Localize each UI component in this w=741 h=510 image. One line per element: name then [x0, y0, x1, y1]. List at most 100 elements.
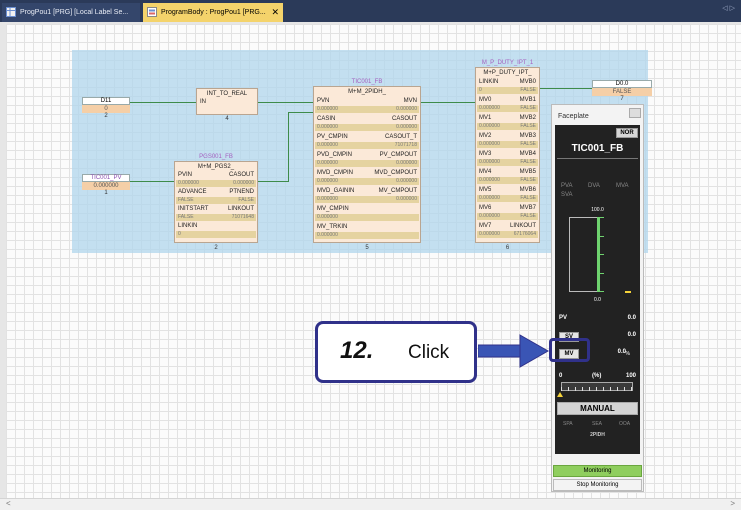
editor-tab-bar: ProgPou1 [PRG] [Local Label Se... Progra… [0, 0, 741, 22]
output-value: 0.000000 [396, 196, 417, 202]
variable-d0-0-value: FALSE [592, 88, 652, 96]
fb-output-pin: PTNEND [229, 189, 254, 195]
scroll-left-icon[interactable]: < [6, 499, 11, 508]
fb-monitor-values: 0.000000 [315, 214, 419, 221]
scale-unit: (%) [592, 373, 602, 379]
fb-input-pin: ADVANCE [178, 189, 207, 195]
fb-output-pin: CASOUT [228, 172, 254, 178]
input-value: 0.000000 [479, 159, 500, 165]
fb-output-pin: MVB7 [519, 205, 536, 211]
pv-label: PV [559, 315, 568, 321]
fb-step-number: 4 [225, 116, 229, 122]
bar-min-label: 0.0 [594, 297, 601, 303]
variable-d11-value: 0 [82, 105, 130, 113]
scroll-right-icon[interactable]: > [730, 499, 735, 508]
variable-tic001-pv-value: 0.000000 [82, 182, 130, 190]
divider [557, 158, 638, 159]
fb-output-pin: MVD_CMPOUT [374, 170, 417, 176]
faceplate-title: Faceplate [558, 113, 589, 120]
fb-output-pin: MVB2 [519, 115, 536, 121]
input-value: 0.000000 [317, 124, 338, 130]
fb-output-pin: LINKOUT [509, 223, 536, 229]
fb-input-pin: MV4 [479, 169, 492, 175]
fb-pgs001[interactable]: M+M_PGS2_ PVIN CASOUT 0.000000 0.000000 ADVA… [174, 161, 258, 243]
alarm-label-sva: SVA [561, 192, 573, 198]
fb-step-number: 5 [365, 245, 369, 251]
output-value: 0.000000 [396, 124, 417, 130]
bar-max-label: 100.0 [591, 207, 604, 213]
close-button[interactable] [629, 108, 641, 118]
horizontal-scrollbar[interactable]: < > [0, 498, 741, 510]
fb-monitor-values: 0.000000 FALSE [477, 159, 538, 166]
fb-monitor-values: 0.000000 71071718 [315, 142, 419, 149]
stop-monitoring-button[interactable]: Stop Monitoring [553, 479, 642, 491]
fb-monitor-values: 0.000000 0.000000 [315, 106, 419, 113]
variable-d0-0-num: 7 [620, 96, 624, 102]
fb-input-pin: MV2 [479, 133, 492, 139]
mv-scale-ticks [561, 387, 633, 391]
fb-input-pin: MV7 [479, 223, 492, 229]
fb-monitor-values: 0.000000 67176064 [477, 231, 538, 238]
tab-local-label-setting[interactable]: ProgPou1 [PRG] [Local Label Se... [2, 3, 140, 22]
step-instruction: Click [408, 342, 450, 363]
faceplate-window: Faceplate NOR TIC001_FB PVA DVA MVA SVA … [551, 104, 644, 492]
fb-instance-name: TIC001_FB [351, 79, 383, 85]
fb-output-pin: MVB0 [519, 79, 536, 85]
input-value: 0.000000 [479, 141, 500, 147]
fb-instance-name: M_P_DUTY_IPT_1 [481, 60, 534, 66]
alarm-label-dva: DVA [588, 183, 600, 189]
monitoring-button[interactable]: Monitoring [553, 465, 642, 477]
output-value: FALSE [520, 87, 536, 93]
variable-d0-0[interactable]: D0.0 [592, 80, 652, 88]
fb-monitor-values: 0.000000 [315, 232, 419, 239]
pv-value: 0.0 [627, 315, 636, 321]
fb-instance-name: PGS001_FB [199, 154, 233, 160]
bar-tick [599, 217, 604, 218]
tab-program-body[interactable]: ProgramBody : ProgPou1 [PRG... ✕ [143, 3, 283, 22]
fb-monitor-values: 0.000000 0.000000 [315, 160, 419, 167]
fb-input-pin: MV1 [479, 115, 492, 121]
fb-step-number: 2 [214, 245, 218, 251]
mv-button-highlight [549, 338, 590, 362]
output-value: 0.000000 [396, 178, 417, 184]
input-value: FALSE [178, 197, 194, 203]
close-icon[interactable]: ✕ [271, 3, 279, 22]
fb-int-to-real[interactable]: INT_TO_REAL IN [196, 88, 258, 115]
tab-scroll-arrows[interactable]: ◁ ▷ [722, 4, 735, 12]
manual-mode-button[interactable]: MANUAL [557, 402, 638, 415]
status-badge[interactable]: NOR [616, 128, 638, 138]
output-value: FALSE [238, 197, 254, 203]
fb-pin-in: IN [200, 99, 206, 105]
fb-input-pin: PV_CMPIN [317, 134, 348, 140]
fb-output-pin: MVB6 [519, 187, 536, 193]
input-value: 0 [178, 231, 181, 237]
bar-tick [599, 254, 604, 255]
mv-unit: % [625, 351, 630, 357]
mv-pointer-icon[interactable] [557, 392, 563, 397]
output-value: FALSE [520, 177, 536, 183]
fb-monitor-values: 0.000000 0.000000 [176, 180, 256, 187]
variable-d11[interactable]: D11 [82, 97, 130, 105]
wire [540, 88, 592, 89]
faceplate-panel: NOR TIC001_FB PVA DVA MVA SVA 100.0 0.0 … [555, 125, 640, 454]
fb-m-p-duty[interactable]: M+P_DUTY_IPT_ LINKIN MVB0 0 FALSE MV0 MVB1 0.0… [475, 67, 540, 243]
fb-input-pin: PVIN [178, 172, 193, 178]
fb-title: INT_TO_REAL [206, 91, 248, 97]
input-value: 0.000000 [479, 177, 500, 183]
fb-monitor-values: 0.000000 FALSE [477, 177, 538, 184]
fb-input-pin: LINKIN [178, 223, 198, 229]
fb-tic001[interactable]: M+M_2PIDH_ PVN MVN 0.000000 0.000000 CASIN CA… [313, 86, 421, 243]
input-value: 0.000000 [317, 142, 338, 148]
fb-monitor-values: 0.000000 0.000000 [315, 124, 419, 131]
variable-tic001-pv[interactable]: TIC001_PV [82, 174, 130, 182]
fb-input-pin: MV_CMPIN [317, 206, 349, 212]
output-value: FALSE [520, 159, 536, 165]
fb-output-pin: MVB5 [519, 169, 536, 175]
input-value: 0.000000 [317, 160, 338, 166]
fb-monitor-values: 0.000000 FALSE [477, 123, 538, 130]
output-value: 0.000000 [396, 160, 417, 166]
input-value: 0.000000 [479, 123, 500, 129]
output-value: FALSE [520, 105, 536, 111]
fb-input-pin: MV0 [479, 97, 492, 103]
fb-input-pin: PVD_CMPIN [317, 152, 353, 158]
